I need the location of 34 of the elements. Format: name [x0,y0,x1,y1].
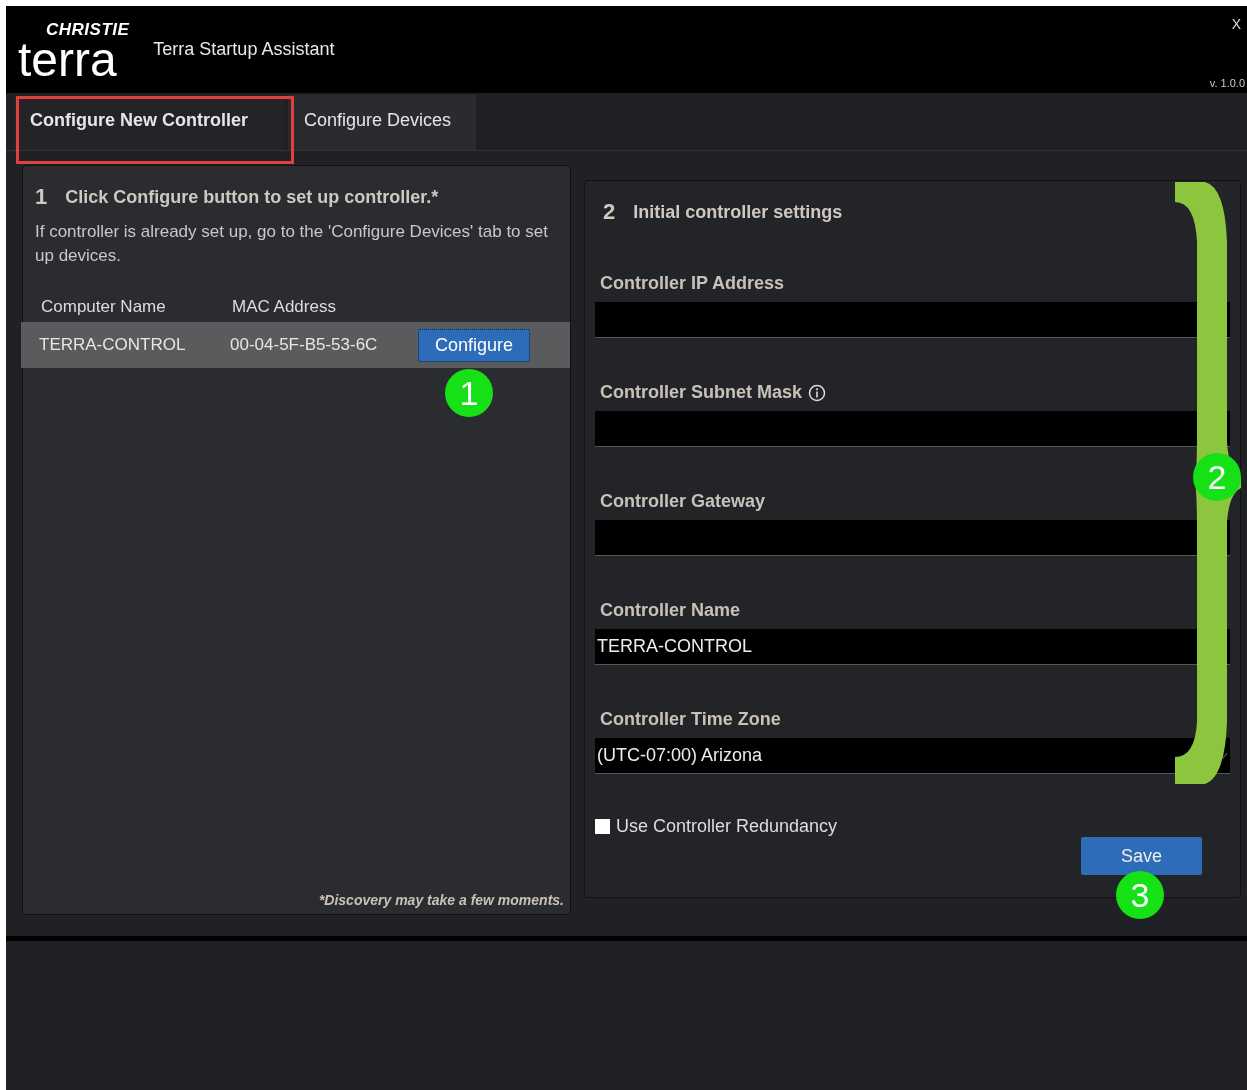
version-text: v. 1.0.0 [1209,77,1245,89]
field-label: Controller Subnet Mask [600,382,803,403]
column-header: MAC Address [232,297,337,317]
input-field[interactable] [595,411,1230,447]
checkbox[interactable] [595,819,610,834]
field-label: Controller Name [600,600,741,621]
input-field[interactable] [595,520,1230,556]
table-cell-text: TERRA-CONTROL [39,335,187,355]
time-zone-select[interactable]: (UTC-07:00) Arizona [595,738,1230,774]
input-field[interactable]: TERRA-CONTROL [595,629,1230,665]
info-icon[interactable] [808,383,827,402]
table-cell-text: 00-04-5F-B5-53-6C [230,335,379,355]
tab[interactable]: Configure Devices [288,95,476,150]
footnote-text: *Discovery may take a few moments. [318,892,564,908]
field-label: Controller Gateway [600,491,766,512]
column-header: Computer Name [41,297,167,317]
brand-name: CHRISTIE [46,19,130,40]
input-field[interactable] [595,302,1230,338]
field-label: Controller IP Address [600,273,785,294]
configure-button[interactable]: Configure [418,328,531,362]
save-button[interactable]: Save [1081,837,1202,875]
step-number: 2 [603,199,616,225]
step-title: Click Configure button to set up controller.* [65,186,439,208]
checkbox-label: Use Controller Redundancy [616,816,838,837]
close-button[interactable]: X [1231,16,1241,32]
tab[interactable]: Configure New Controller [14,95,284,150]
field-label: Controller Time Zone [600,709,781,730]
step-number: 1 [35,184,48,210]
app-title: Terra Startup Assistant [153,39,335,60]
step-title: Initial controller settings [633,201,843,223]
step-callout: 3 [1116,871,1164,919]
instructions-text: If controller is already set up, go to the 'Configure Devices' tab to set up devices. [35,221,549,267]
table-row[interactable]: TERRA-CONTROL 00-04-5F-B5-53-6C Configure [21,322,570,368]
logo-wordmark: terra [18,39,117,80]
